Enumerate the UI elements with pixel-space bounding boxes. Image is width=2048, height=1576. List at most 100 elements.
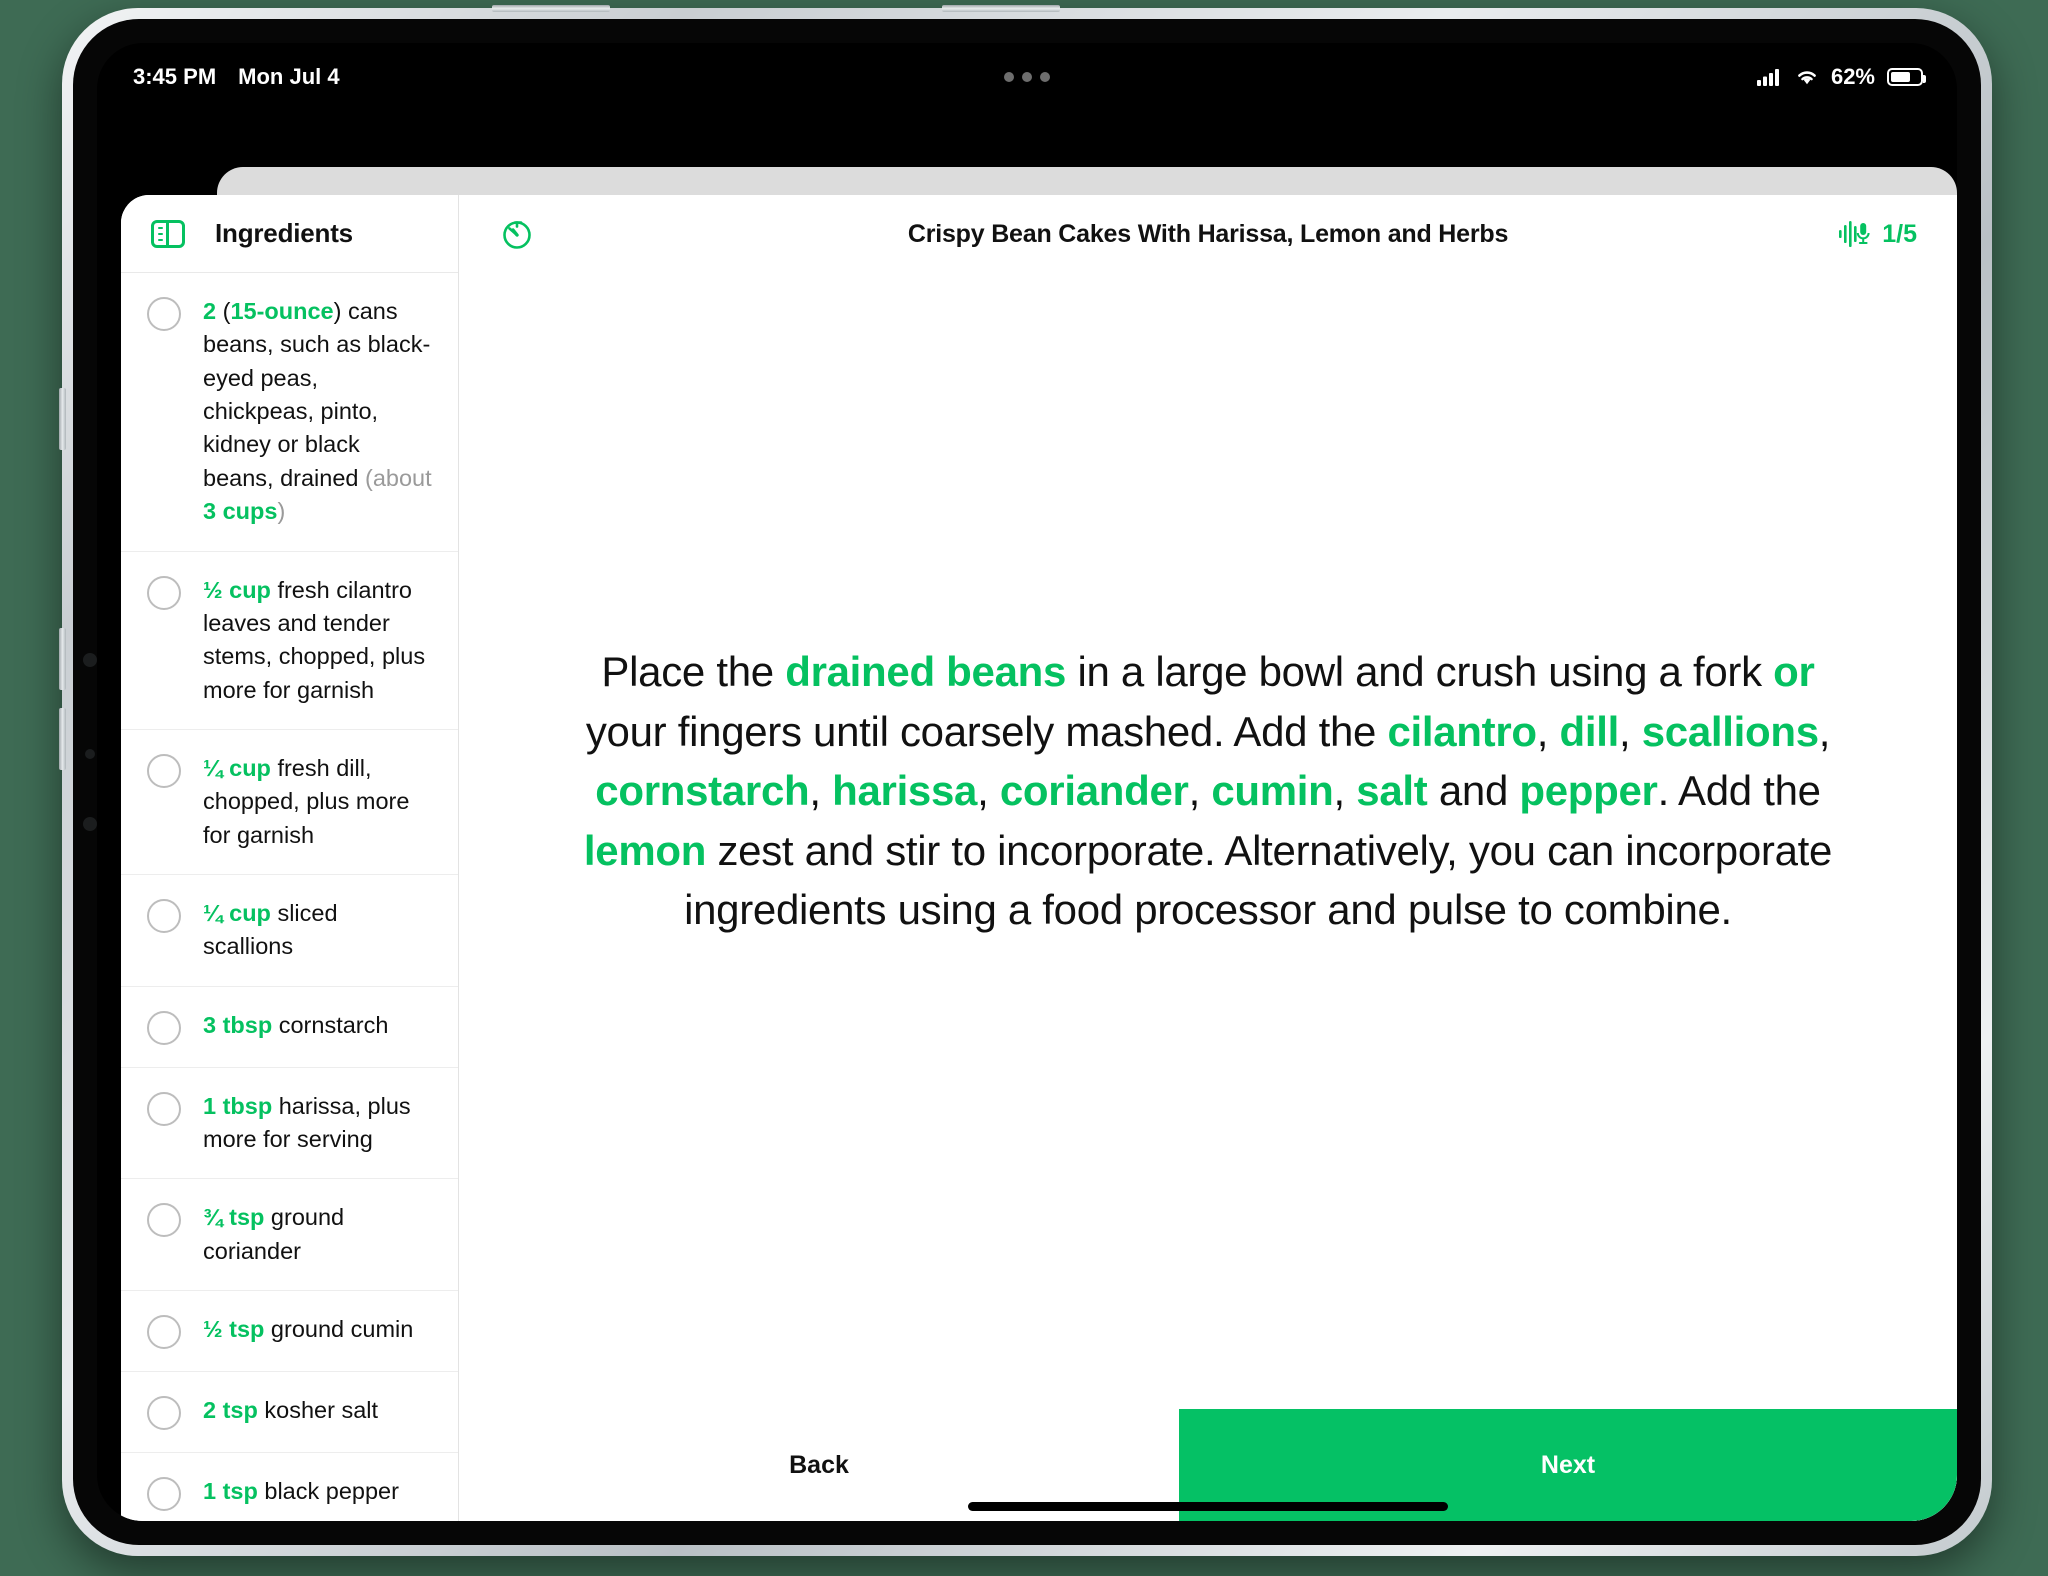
ingredient-checkbox[interactable]	[147, 1010, 181, 1045]
side-button-middle[interactable]	[59, 628, 66, 690]
ingredient-quantity: 15-ounce	[230, 298, 334, 324]
ingredient-detail: ) cans beans, such as black-eyed peas, c…	[203, 298, 431, 491]
step-plain-text: ,	[1618, 707, 1642, 755]
power-button[interactable]	[492, 5, 610, 12]
battery-icon	[1887, 68, 1926, 86]
timer-icon[interactable]	[499, 216, 535, 252]
ingredient-label: ¼ cup fresh dill, chopped, plus more for…	[203, 752, 432, 852]
status-bar: 3:45 PM Mon Jul 4 62%	[97, 43, 1957, 111]
ingredient-label: 2 (15-ounce) cans beans, such as black-e…	[203, 295, 432, 529]
device-screen: 3:45 PM Mon Jul 4 62% Ingredients 2 (15-…	[97, 43, 1957, 1521]
ingredient-detail: (about	[365, 464, 432, 491]
step-highlight-term: dill	[1559, 707, 1619, 755]
ingredient-checkbox[interactable]	[147, 899, 181, 934]
ingredient-row[interactable]: 2 (15-ounce) cans beans, such as black-e…	[121, 273, 458, 552]
tablet-device-frame: 3:45 PM Mon Jul 4 62% Ingredients 2 (15-…	[59, 5, 1992, 1556]
ingredient-label: 1 tsp black pepper	[203, 1475, 399, 1508]
ingredient-quantity: ¼ cup	[203, 754, 278, 781]
ingredient-row[interactable]: 2 tsp kosher salt	[121, 1372, 458, 1454]
status-date: Mon Jul 4	[238, 64, 340, 89]
battery-fill	[1891, 72, 1910, 82]
ingredient-row[interactable]: ¼ cup sliced scallions	[121, 875, 458, 987]
ingredient-label: ¼ cup sliced scallions	[203, 897, 432, 964]
step-highlight-term: scallions	[1641, 707, 1819, 755]
step-plain-text: ,	[1333, 767, 1357, 815]
side-button-top[interactable]	[59, 388, 66, 450]
step-plain-text: ,	[809, 767, 833, 815]
ingredient-checkbox[interactable]	[147, 297, 181, 331]
step-plain-text: zest and stir to incorporate. Alternativ…	[684, 826, 1833, 934]
ingredient-quantity: 2 tsp	[203, 1397, 265, 1424]
ingredient-detail: ground cumin	[270, 1316, 414, 1343]
ingredient-quantity: 1 tsp	[203, 1478, 265, 1505]
ingredient-label: ¾ tsp ground coriander	[203, 1201, 432, 1268]
step-plain-text: ,	[1188, 767, 1212, 815]
device-bezel: 3:45 PM Mon Jul 4 62% Ingredients 2 (15-…	[73, 19, 1981, 1545]
ingredient-checkbox[interactable]	[147, 575, 181, 610]
sidebar-title: Ingredients	[215, 218, 353, 248]
ingredient-checkbox[interactable]	[147, 1203, 181, 1238]
ingredient-quantity: 3 cups	[203, 498, 278, 525]
recipe-app-card: Ingredients 2 (15-ounce) cans beans, suc…	[121, 195, 1957, 1521]
ingredient-detail: )	[277, 498, 286, 525]
camera-sensor-1	[83, 653, 97, 667]
ingredient-quantity: ¼ cup	[203, 900, 278, 927]
ingredient-row[interactable]: 1 tsp black pepper	[121, 1453, 458, 1521]
ingredient-row[interactable]: ¼ cup fresh dill, chopped, plus more for…	[121, 730, 458, 876]
cellular-signal-icon	[1756, 69, 1779, 86]
ingredient-detail: kosher salt	[264, 1397, 379, 1424]
step-highlight-term: drained beans	[785, 647, 1067, 695]
status-time: 3:45 PM	[133, 64, 217, 89]
step-highlight-term: cumin	[1211, 767, 1334, 815]
ingredient-row[interactable]: 3 tbsp cornstarch	[121, 987, 458, 1068]
ingredient-label: ½ cup fresh cilantro leaves and tender s…	[203, 574, 432, 707]
step-highlight-term: coriander	[999, 767, 1189, 815]
ingredient-quantity: 1 tbsp	[203, 1092, 279, 1119]
ingredients-list[interactable]: 2 (15-ounce) cans beans, such as black-e…	[121, 273, 458, 1521]
ingredient-row[interactable]: ½ cup fresh cilantro leaves and tender s…	[121, 552, 458, 730]
step-highlight-term: or	[1773, 647, 1815, 695]
ingredient-detail: cornstarch	[278, 1011, 389, 1038]
ingredient-row[interactable]: ¾ tsp ground coriander	[121, 1179, 458, 1292]
ingredient-checkbox[interactable]	[147, 1315, 181, 1350]
step-plain-text: and	[1427, 767, 1520, 815]
ingredient-row[interactable]: ½ tsp ground cumin	[121, 1291, 458, 1373]
handle-dot	[1022, 72, 1032, 82]
ingredient-quantity: ½ tsp	[203, 1316, 271, 1343]
ingredient-checkbox[interactable]	[147, 1477, 181, 1512]
recipe-main-panel: Crispy Bean Cakes With Harissa, Lemon an…	[459, 195, 1957, 1521]
step-plain-text: ,	[1536, 707, 1560, 755]
voice-control-group[interactable]: 1/5	[1838, 219, 1917, 249]
ingredient-quantity: 2	[203, 298, 223, 324]
ingredients-sidebar: Ingredients 2 (15-ounce) cans beans, suc…	[121, 195, 459, 1521]
sidebar-header: Ingredients	[121, 195, 458, 273]
ingredient-checkbox[interactable]	[147, 1091, 181, 1126]
ingredient-label: 3 tbsp cornstarch	[203, 1009, 388, 1042]
home-indicator[interactable]	[968, 1502, 1448, 1511]
step-instruction-text: Place the drained beans in a large bowl …	[579, 642, 1837, 940]
step-plain-text: your fingers until coarsely mashed. Add …	[585, 707, 1388, 755]
step-highlight-term: lemon	[583, 826, 707, 874]
step-instruction-area: Place the drained beans in a large bowl …	[459, 273, 1957, 1409]
step-plain-text: ,	[1818, 707, 1831, 755]
ingredient-label: 1 tbsp harissa, plus more for serving	[203, 1090, 432, 1157]
ingredient-checkbox[interactable]	[147, 753, 181, 788]
ingredient-checkbox[interactable]	[147, 1396, 181, 1431]
ingredient-row[interactable]: 1 tbsp harissa, plus more for serving	[121, 1068, 458, 1180]
handle-dot	[1040, 72, 1050, 82]
step-plain-text: Place the	[601, 647, 786, 695]
step-highlight-term: salt	[1356, 767, 1428, 815]
step-highlight-term: harissa	[832, 767, 978, 815]
side-button-bottom[interactable]	[59, 708, 66, 770]
multitask-handle[interactable]	[1004, 72, 1050, 82]
ingredient-quantity: ¾ tsp	[203, 1204, 271, 1231]
ingredient-quantity: ½ cup	[203, 576, 278, 603]
volume-button[interactable]	[942, 5, 1060, 12]
panel-lines-icon	[158, 226, 163, 245]
battery-percent-label: 62%	[1830, 64, 1875, 89]
recipe-title: Crispy Bean Cakes With Harissa, Lemon an…	[907, 219, 1509, 248]
sidebar-toggle-icon[interactable]	[151, 219, 185, 248]
voice-waveform-mic-icon[interactable]	[1838, 219, 1872, 249]
step-counter: 1/5	[1882, 219, 1917, 248]
ingredient-quantity: 3 tbsp	[203, 1011, 279, 1038]
